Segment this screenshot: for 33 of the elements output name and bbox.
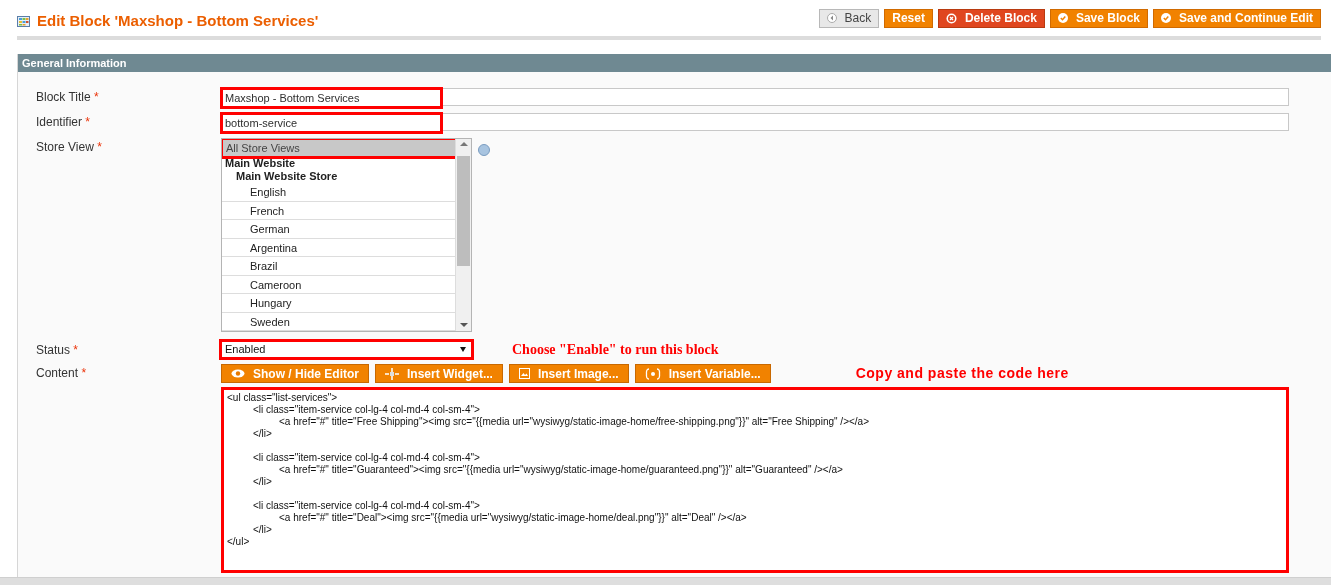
check-icon (1161, 13, 1171, 23)
crosshair-icon (385, 367, 399, 380)
delete-button[interactable]: Delete Block (937, 8, 1045, 28)
field-label: Block Title * (35, 89, 100, 106)
scrollbar-thumb[interactable] (457, 156, 470, 266)
help-icon[interactable] (478, 144, 490, 156)
delete-icon (945, 12, 957, 24)
horizontal-scrollbar[interactable] (0, 577, 1331, 585)
grid-icon (17, 15, 30, 27)
section-header: General Information (18, 54, 1331, 72)
field-label: Status * (35, 342, 80, 359)
field-label: Store View * (35, 139, 103, 156)
store-view-option[interactable]: All Store Views (222, 139, 456, 157)
option-group-label: Main Website (224, 157, 297, 170)
page-title: Edit Block 'Maxshop - Bottom Services' (37, 10, 319, 31)
annotation-text: Copy and paste the code here (855, 364, 1069, 383)
content-textarea[interactable]: <ul class="list-services"> <li class="item-service col-lg-4 col-md-4 col-sm-4"> <a href="#" title="Free Shipping"><img src="{{media url="wysiwyg/static-image-home/free-shipping.png"}}" alt="Free Shipping" /></a> </li> <li class="item-service col-lg-4 col-md-4 col-sm-4"> <a href="#" title="Guaranteed"><img src="{{media url="wysiwyg/static-image-home/guaranteed.png"}}" alt="Guaranteed" /></a> </li> <li class="item-service col-lg-4 col-md-4 col-sm-4"> <a href="#" title="Deal"><img src="{{media url="wysiwyg/static-image-home/deal.png"}}" alt="Deal" /></a> </li> </ul> (221, 387, 1289, 573)
caret-icon (460, 347, 466, 352)
image-icon (518, 368, 530, 379)
scrollbar[interactable] (455, 139, 471, 331)
variable-icon (644, 367, 661, 380)
back-button[interactable]: Back (818, 8, 880, 28)
check-icon (1057, 13, 1068, 23)
back-icon (826, 13, 837, 23)
annotation-text: Choose "Enable" to run this block (512, 341, 719, 359)
identifier-input-field[interactable]: bottom-service (222, 114, 441, 132)
store-view-list[interactable]: All Store Views Main Website Main Website Store English French German Argentina Brazil Cameroon Hungary Sweden (221, 138, 472, 332)
field-label: Content * (35, 365, 88, 382)
eye-icon (231, 369, 245, 378)
title-input-field[interactable]: Maxshop - Bottom Services (222, 89, 441, 107)
option-group-label: Main Website Store (235, 170, 339, 183)
status-dropdown[interactable]: Enabled (221, 341, 472, 358)
field-label: Identifier * (35, 114, 92, 131)
